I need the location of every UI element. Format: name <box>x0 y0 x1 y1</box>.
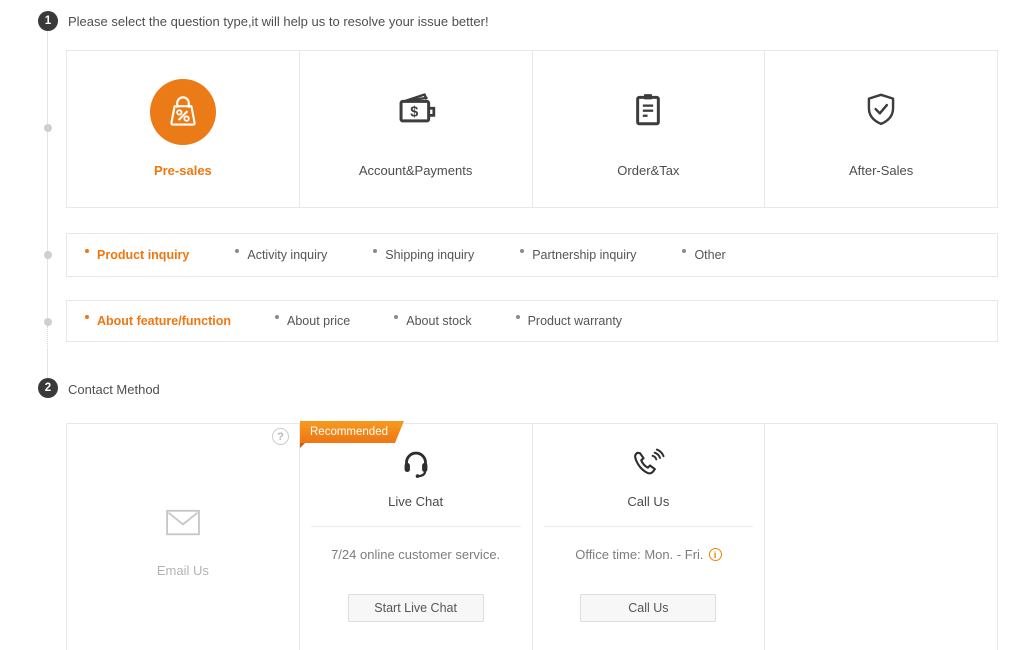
recommended-badge-fold <box>300 443 305 448</box>
shopping-bag-percent-icon <box>150 79 216 145</box>
call-us-button[interactable]: Call Us <box>580 594 716 622</box>
inquiry-product[interactable]: Product inquiry <box>85 248 189 262</box>
svg-text:$: $ <box>410 104 418 120</box>
bullet-icon <box>394 315 398 319</box>
wallet-dollar-icon: $ <box>393 87 439 138</box>
inquiry-label: Activity inquiry <box>247 248 327 262</box>
contact-method-label: Live Chat <box>388 494 443 509</box>
category-card-order-tax[interactable]: Order&Tax <box>533 51 766 207</box>
inquiry-label: Product inquiry <box>97 248 189 262</box>
shield-check-icon <box>858 87 904 138</box>
category-card-account-payments[interactable]: $ Account&Payments <box>300 51 533 207</box>
bullet-icon <box>85 315 89 319</box>
inquiry-other[interactable]: Other <box>682 248 725 262</box>
bullet-icon <box>520 249 524 253</box>
step-2-badge: 2 <box>38 378 58 398</box>
bullet-icon <box>516 315 520 319</box>
subtopic-label: About stock <box>406 314 471 328</box>
contact-method-call[interactable]: Call Us Office time: Mon. - Fri. i Call … <box>533 424 766 650</box>
timeline-dot <box>44 318 52 326</box>
category-label: Account&Payments <box>359 163 472 178</box>
live-chat-description: 7/24 online customer service. <box>331 547 500 562</box>
subtopic-label: About price <box>287 314 350 328</box>
contact-method-label: Call Us <box>627 494 669 509</box>
start-live-chat-button[interactable]: Start Live Chat <box>348 594 484 622</box>
subtopic-warranty[interactable]: Product warranty <box>516 314 622 328</box>
envelope-icon <box>164 508 202 543</box>
inquiry-activity[interactable]: Activity inquiry <box>235 248 327 262</box>
bullet-icon <box>235 249 239 253</box>
step-1-badge: 1 <box>38 11 58 31</box>
bullet-icon <box>373 249 377 253</box>
divider <box>311 526 521 527</box>
category-label: After-Sales <box>849 163 913 178</box>
timeline-line <box>47 350 48 378</box>
category-card-after-sales[interactable]: After-Sales <box>765 51 997 207</box>
category-card-pre-sales[interactable]: Pre-sales <box>67 51 300 207</box>
timeline-dot <box>44 124 52 132</box>
contact-method-live-chat[interactable]: Live Chat 7/24 online customer service. … <box>300 424 533 650</box>
subtopic-stock[interactable]: About stock <box>394 314 471 328</box>
contact-method-cards: Email Us Live Chat 7/24 online customer … <box>66 423 998 650</box>
inquiry-type-row: Product inquiry Activity inquiry Shippin… <box>66 233 998 277</box>
contact-method-label: Email Us <box>157 563 209 578</box>
live-chat-description-text: 7/24 online customer service. <box>331 547 500 562</box>
bullet-icon <box>85 249 89 253</box>
inquiry-shipping[interactable]: Shipping inquiry <box>373 248 474 262</box>
timeline-line-dotted <box>47 326 48 350</box>
contact-method-email[interactable]: Email Us <box>67 424 300 650</box>
question-type-cards: Pre-sales $ Account&Payments <box>66 50 998 208</box>
subtopic-label: Product warranty <box>528 314 622 328</box>
step-2-title: Contact Method <box>68 382 160 397</box>
customer-support-page: 1 Please select the question type,it wil… <box>0 0 1024 650</box>
bullet-icon <box>682 249 686 253</box>
inquiry-subtopic-row: About feature/function About price About… <box>66 300 998 342</box>
inquiry-partnership[interactable]: Partnership inquiry <box>520 248 636 262</box>
info-icon[interactable]: i <box>709 548 722 561</box>
bullet-icon <box>275 315 279 319</box>
inquiry-label: Shipping inquiry <box>385 248 474 262</box>
timeline-line <box>47 31 48 324</box>
category-label: Order&Tax <box>617 163 679 178</box>
help-question-icon[interactable]: ? <box>272 428 289 445</box>
office-time-text: Office time: Mon. - Fri. i <box>575 547 721 562</box>
clipboard-icon <box>625 87 671 138</box>
inquiry-label: Other <box>694 248 725 262</box>
recommended-badge: Recommended <box>300 421 404 443</box>
office-time-label: Office time: Mon. - Fri. <box>575 547 703 562</box>
contact-method-empty-cell <box>765 424 997 650</box>
headset-icon <box>397 445 435 488</box>
phone-waves-icon <box>629 445 667 488</box>
divider <box>544 526 754 527</box>
subtopic-price[interactable]: About price <box>275 314 350 328</box>
category-label: Pre-sales <box>154 163 212 178</box>
step-1-title: Please select the question type,it will … <box>68 14 489 29</box>
inquiry-label: Partnership inquiry <box>532 248 636 262</box>
subtopic-feature-function[interactable]: About feature/function <box>85 314 231 328</box>
timeline-dot <box>44 251 52 259</box>
subtopic-label: About feature/function <box>97 314 231 328</box>
